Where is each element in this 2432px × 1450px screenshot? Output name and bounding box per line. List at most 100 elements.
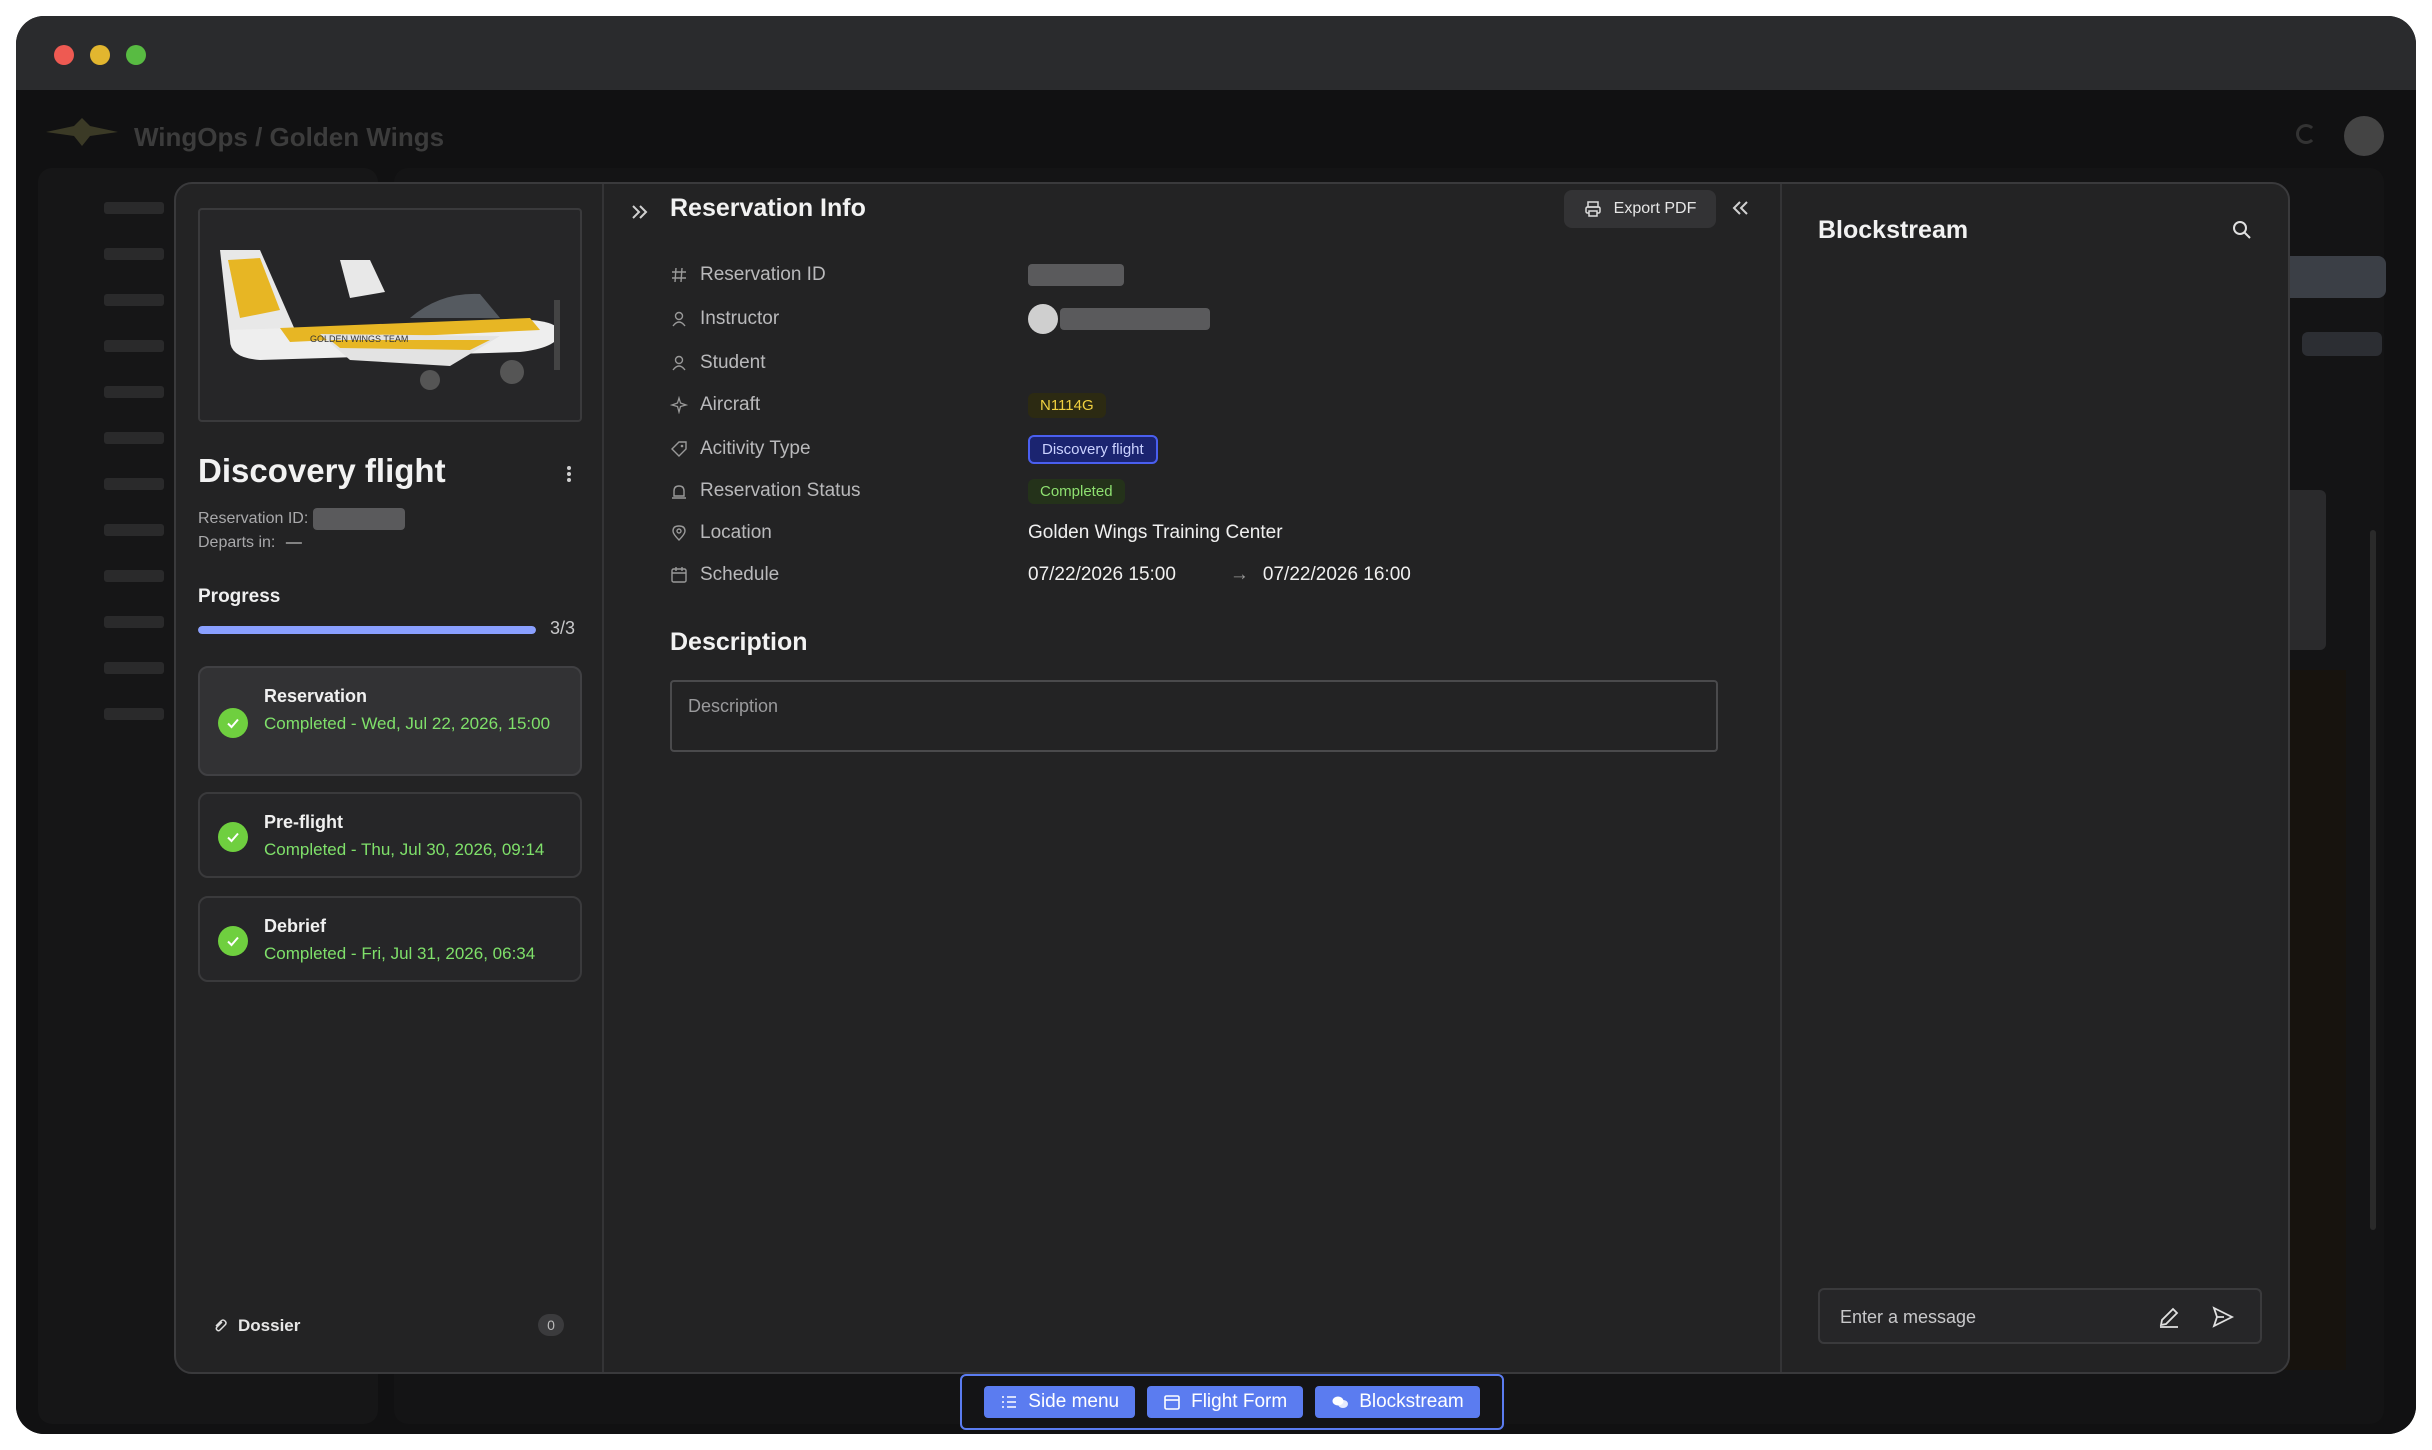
blockstream-label: Blockstream [1359,1391,1464,1412]
aircraft-image: GOLDEN WINGS TEAM [198,208,582,422]
message-composer [1818,1288,2262,1344]
field-label: Schedule [700,564,780,585]
minimize-window-button[interactable] [90,45,110,65]
reservation-id-meta: Reservation ID: [198,508,405,530]
side-menu-label: Side menu [1028,1391,1120,1412]
send-icon[interactable] [2210,1304,2236,1330]
export-pdf-button[interactable]: Export PDF [1564,190,1716,228]
plane-icon [670,396,688,414]
background-scrollbar [2370,530,2376,1230]
progress-fill [198,626,536,634]
step-pre-flight[interactable]: Pre-flight Completed - Thu, Jul 30, 2026… [198,792,582,878]
wings-logo-icon [46,118,118,146]
field-label: Student [700,352,766,373]
step-status: Completed - Thu, Jul 30, 2026, 09:14 [264,840,545,859]
more-options-icon[interactable] [564,462,574,486]
field-instructor: Instructor [670,304,1210,334]
flight-detail-modal: GOLDEN WINGS TEAM Discovery flight Reser… [174,182,2290,1374]
schedule-start[interactable]: 07/22/2026 15:00 [1028,564,1176,586]
pencil-icon[interactable] [2156,1304,2182,1330]
check-circle-icon [218,822,248,852]
reservation-id-value [1028,264,1124,286]
reservation-info-panel: Reservation Info Export PDF Reservation … [606,184,1782,1372]
departs-in-meta: Departs in: — [198,534,302,552]
maximize-window-button[interactable] [126,45,146,65]
user-avatar[interactable] [2344,116,2384,156]
departs-in-value: — [285,534,302,551]
tag-icon [671,441,687,457]
close-window-button[interactable] [54,45,74,65]
reservation-info-title: Reservation Info [670,194,866,222]
check-circle-icon [218,708,248,738]
flight-form-button[interactable]: Flight Form [1147,1386,1304,1418]
instructor-value[interactable] [1028,304,1210,334]
printer-icon [1584,201,1601,217]
field-reservation-id: Reservation ID [670,260,1124,290]
departs-in-label: Departs in: [198,534,276,551]
list-icon [1002,1396,1017,1408]
step-reservation[interactable]: Reservation Completed - Wed, Jul 22, 202… [198,666,582,776]
chevrons-left-icon[interactable] [1728,196,1752,220]
description-title: Description [670,628,808,656]
siren-icon [672,485,686,499]
search-icon[interactable] [2230,218,2254,242]
side-menu-button[interactable]: Side menu [984,1386,1136,1418]
field-label: Acitivity Type [700,438,811,459]
blockstream-title: Blockstream [1818,216,1969,244]
reservation-id-redacted [312,508,405,530]
chevrons-right-icon[interactable] [628,200,652,224]
aircraft-illustration: GOLDEN WINGS TEAM [220,250,560,390]
title-bar [16,16,2416,90]
step-debrief[interactable]: Debrief Completed - Fri, Jul 31, 2026, 0… [198,896,582,982]
schedule-end[interactable]: 07/22/2026 16:00 [1263,564,1411,586]
field-student: Student [670,348,1040,378]
dossier-label: Dossier [238,1316,301,1335]
check-circle-icon [218,926,248,956]
bottom-toolbar: Side menu Flight Form Blockstream [960,1374,1504,1430]
instructor-avatar [1028,304,1058,334]
aircraft-tag[interactable]: N1114G [1028,392,1106,418]
theme-toggle-icon[interactable] [2296,124,2316,144]
description-field[interactable]: Description [670,680,1718,752]
field-label: Reservation Status [700,480,861,501]
chat-bubbles-icon [1332,1396,1349,1408]
user-icon [672,311,686,327]
svg-text:GOLDEN WINGS TEAM: GOLDEN WINGS TEAM [310,334,408,344]
flight-summary-panel: GOLDEN WINGS TEAM Discovery flight Reser… [176,184,604,1372]
field-label: Instructor [700,308,780,329]
step-name: Reservation [264,686,368,706]
progress-bar [198,626,536,634]
flight-title: Discovery flight [198,452,446,489]
progress-label: Progress [198,586,281,607]
flight-form-label: Flight Form [1191,1391,1288,1412]
pin-icon [672,525,686,541]
field-label: Reservation ID [700,264,826,285]
field-location: Location Golden Wings Training Center [670,518,1283,548]
app-header-title: WingOps / Golden Wings [134,122,445,152]
status-badge[interactable]: Completed [1028,478,1125,504]
calendar-icon [671,567,687,583]
app-window: WingOps / Golden Wings GOLDEN WINGS TEAM… [16,16,2416,1434]
message-input[interactable] [1840,1304,2140,1330]
blockstream-panel: Blockstream [1784,184,2288,1372]
redacted-value [1060,308,1210,330]
step-name: Pre-flight [264,812,343,832]
dossier-count-badge: 0 [538,1314,564,1336]
activity-type-tag[interactable]: Discovery flight [1028,434,1158,464]
hash-icon [672,267,686,283]
blockstream-button[interactable]: Blockstream [1315,1386,1480,1418]
background-button [2276,256,2386,298]
calendar-icon [1164,1395,1180,1410]
field-reservation-status: Reservation Status Completed [670,476,1125,506]
dossier-link[interactable]: Dossier [212,1316,300,1336]
step-status: Completed - Wed, Jul 22, 2026, 15:00 [264,714,551,733]
paperclip-icon [215,1319,227,1332]
user-icon [672,355,686,371]
background-chip [2302,332,2382,356]
field-activity-type: Acitivity Type Discovery flight [670,434,1158,464]
step-name: Debrief [264,916,327,936]
field-schedule: Schedule 07/22/2026 15:00 → 07/22/2026 1… [670,560,1411,590]
field-label: Location [700,522,772,543]
field-aircraft: Aircraft N1114G [670,390,1106,420]
step-status: Completed - Fri, Jul 31, 2026, 06:34 [264,944,536,963]
